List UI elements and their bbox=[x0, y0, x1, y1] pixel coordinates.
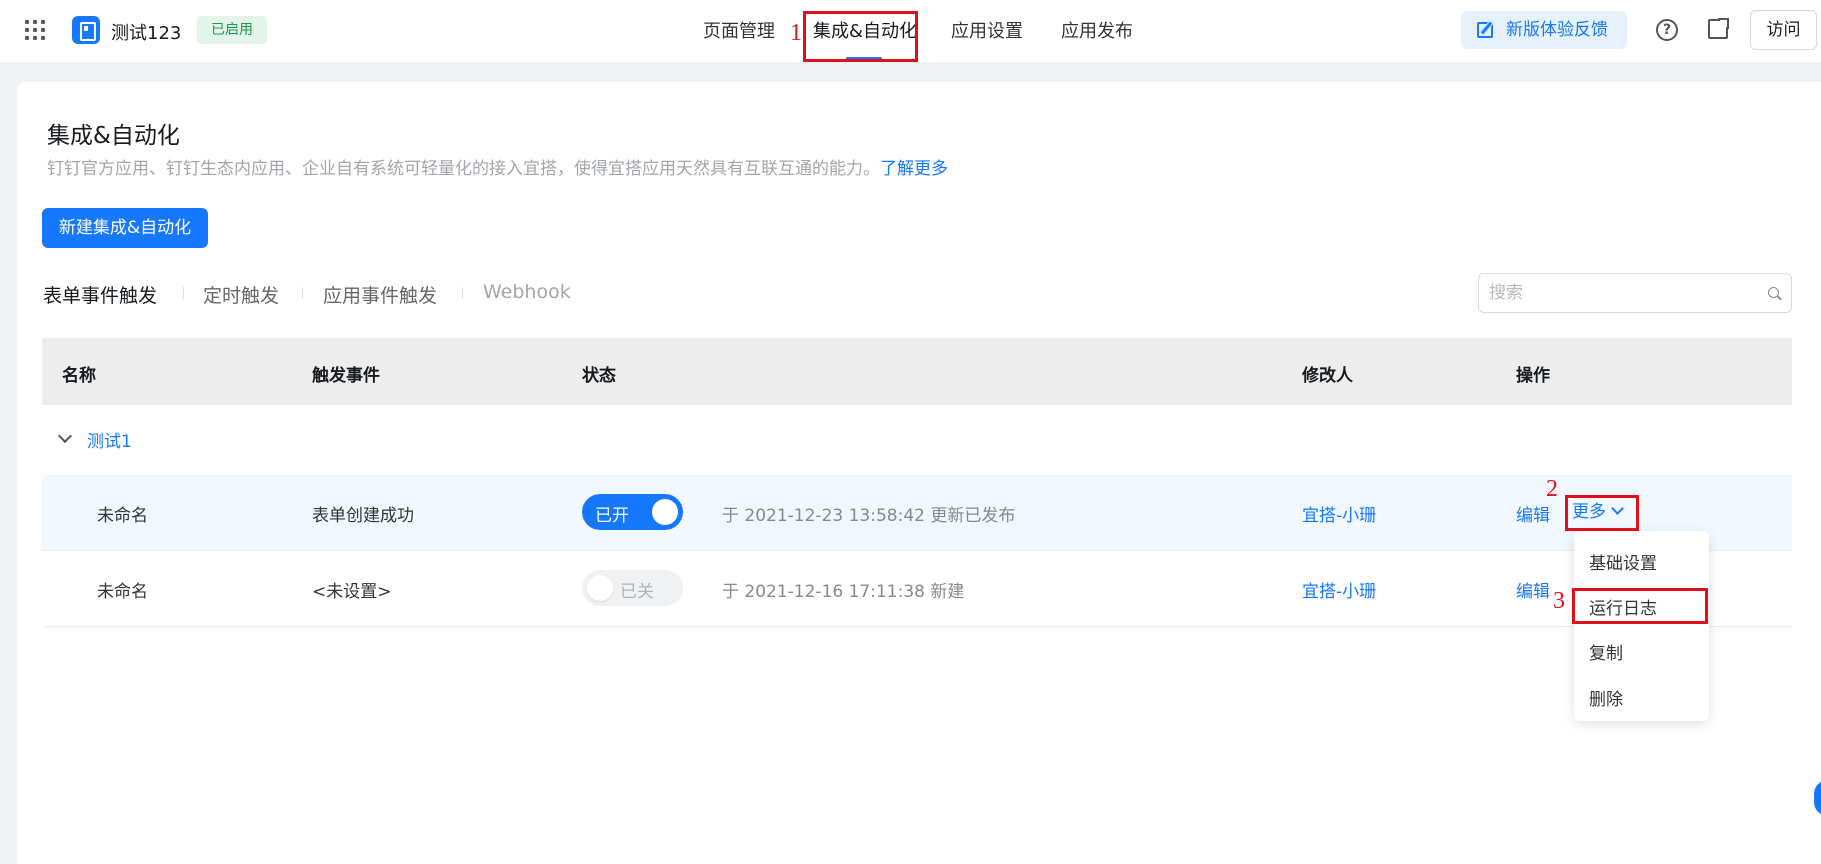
nav-tab-page-management[interactable]: 页面管理 bbox=[703, 0, 775, 62]
row-modifier[interactable]: 宜搭-小珊 bbox=[1302, 501, 1376, 526]
annotation-number-3: 3 bbox=[1553, 588, 1565, 614]
status-badge: 已启用 bbox=[197, 16, 267, 44]
external-link-icon[interactable] bbox=[1708, 17, 1730, 39]
column-header-status: 状态 bbox=[582, 366, 616, 386]
toggle-knob bbox=[587, 575, 613, 601]
learn-more-link[interactable]: 了解更多 bbox=[880, 159, 948, 179]
status-toggle[interactable]: 已关 bbox=[582, 570, 683, 606]
app-grid-icon[interactable] bbox=[25, 20, 47, 42]
toggle-label: 已开 bbox=[595, 506, 629, 526]
help-icon[interactable]: ? bbox=[1656, 19, 1678, 41]
visit-button[interactable]: 访问 bbox=[1750, 10, 1817, 50]
annotation-box-3 bbox=[1572, 588, 1708, 624]
filter-tab-webhook[interactable]: Webhook bbox=[483, 281, 571, 303]
annotation-box-1 bbox=[803, 11, 918, 62]
table-row: 未命名 <未设置> 已关 于 2021-12-16 17:11:38 新建 宜搭… bbox=[42, 551, 1792, 627]
menu-item-copy[interactable]: 复制 bbox=[1589, 639, 1623, 664]
annotation-number-1: 1 bbox=[790, 20, 802, 46]
table-row: 未命名 表单创建成功 已开 于 2021-12-23 13:58:42 更新已发… bbox=[42, 475, 1792, 551]
feedback-label: 新版体验反馈 bbox=[1506, 20, 1608, 40]
row-trigger-event: <未设置> bbox=[312, 582, 392, 602]
table-group-row[interactable]: 测试1 bbox=[42, 405, 1792, 475]
row-modifier[interactable]: 宜搭-小珊 bbox=[1302, 577, 1376, 602]
column-header-actions: 操作 bbox=[1516, 366, 1550, 386]
filter-tab-app-event[interactable]: 应用事件触发 bbox=[323, 281, 437, 308]
search-input[interactable] bbox=[1489, 274, 1759, 312]
annotation-box-2 bbox=[1565, 495, 1639, 531]
page-description: 钉钉官方应用、钉钉生态内应用、企业自有系统可轻量化的接入宜搭，使得宜搭应用天然具… bbox=[47, 159, 948, 179]
column-header-trigger: 触发事件 bbox=[312, 366, 380, 386]
status-toggle[interactable]: 已开 bbox=[582, 494, 683, 530]
page-title: 集成&自动化 bbox=[47, 123, 180, 149]
filter-tab-form-event[interactable]: 表单事件触发 bbox=[43, 281, 157, 308]
filter-divider bbox=[302, 287, 303, 299]
row-update-log: 于 2021-12-23 13:58:42 更新已发布 bbox=[722, 506, 1016, 526]
app-logo-icon bbox=[72, 16, 100, 44]
app-name: 测试123 bbox=[111, 23, 182, 44]
chevron-down-icon[interactable] bbox=[57, 428, 73, 444]
feedback-button[interactable]: 新版体验反馈 bbox=[1461, 11, 1627, 49]
search-box bbox=[1478, 273, 1792, 313]
table-header: 名称 触发事件 状态 修改人 操作 bbox=[42, 338, 1792, 405]
more-actions-menu: 基础设置 运行日志 复制 删除 bbox=[1574, 531, 1709, 721]
row-name: 未命名 bbox=[97, 506, 148, 526]
menu-item-delete[interactable]: 删除 bbox=[1589, 685, 1623, 710]
menu-item-basic-settings[interactable]: 基础设置 bbox=[1589, 549, 1657, 574]
filter-divider bbox=[183, 287, 184, 299]
filter-divider bbox=[462, 287, 463, 299]
toggle-knob bbox=[652, 499, 678, 525]
edit-link[interactable]: 编辑 bbox=[1516, 501, 1550, 526]
annotation-number-2: 2 bbox=[1546, 476, 1558, 502]
filter-tab-scheduled[interactable]: 定时触发 bbox=[203, 281, 279, 308]
nav-tab-app-settings[interactable]: 应用设置 bbox=[951, 0, 1023, 62]
search-icon[interactable] bbox=[1768, 287, 1779, 298]
edit-note-icon bbox=[1477, 22, 1493, 38]
column-header-modifier: 修改人 bbox=[1302, 366, 1353, 386]
row-update-log: 于 2021-12-16 17:11:38 新建 bbox=[722, 582, 965, 602]
nav-tab-app-publish[interactable]: 应用发布 bbox=[1061, 0, 1133, 62]
group-label[interactable]: 测试1 bbox=[87, 427, 132, 452]
row-trigger-event: 表单创建成功 bbox=[312, 506, 414, 526]
toggle-label: 已关 bbox=[620, 582, 654, 602]
new-integration-button[interactable]: 新建集成&自动化 bbox=[42, 208, 208, 248]
row-name: 未命名 bbox=[97, 582, 148, 602]
column-header-name: 名称 bbox=[62, 366, 96, 386]
edit-link[interactable]: 编辑 bbox=[1516, 577, 1550, 602]
